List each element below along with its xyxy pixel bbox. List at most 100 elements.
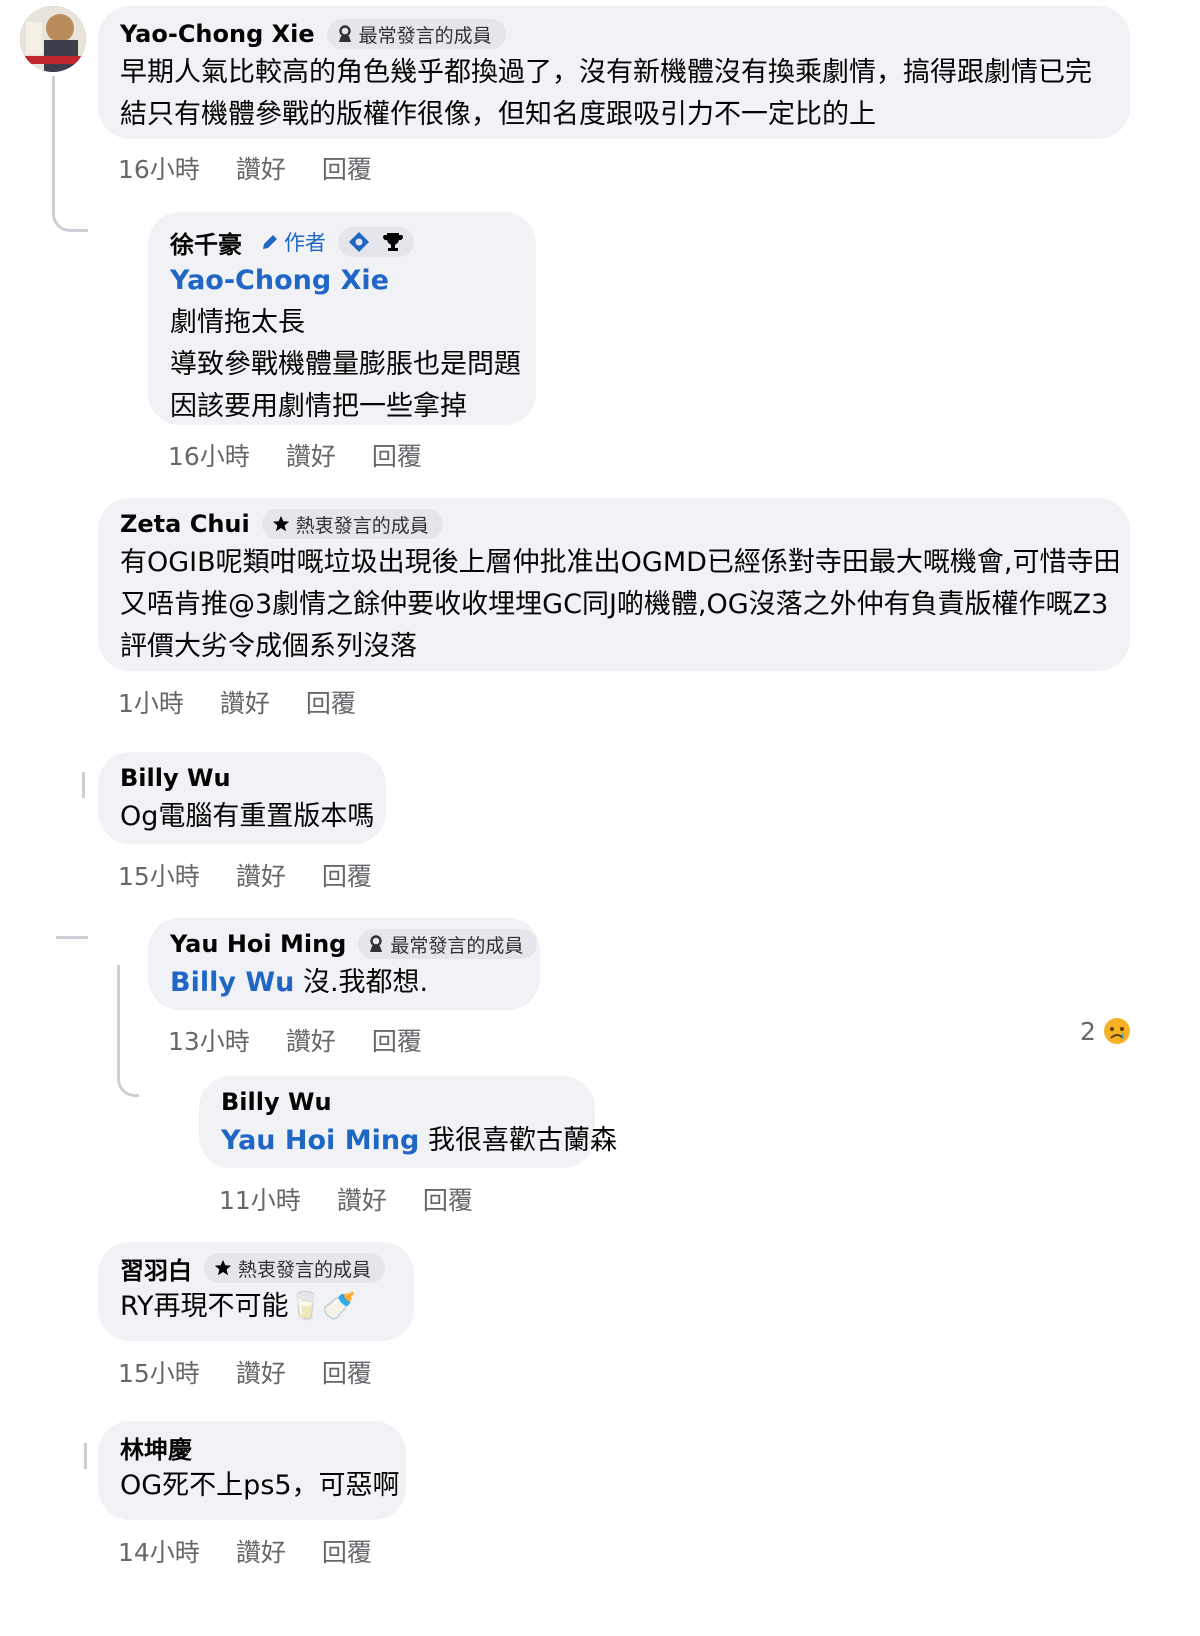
comment-header: Zeta Chui 熱衷發言的成員 [120, 506, 1108, 542]
avatar[interactable] [20, 6, 86, 72]
comment-line: 導致參戰機體量膨脹也是問題 [170, 349, 521, 380]
thread-line [117, 965, 139, 1097]
member-badge[interactable]: 最常發言的成員 [358, 929, 538, 959]
commenter-name[interactable]: 林坤慶 [120, 1430, 192, 1465]
member-badge[interactable]: 熱衷發言的成員 [204, 1253, 386, 1283]
author-label: 作者 [284, 231, 326, 255]
comment-header: 徐千豪 作者 [170, 224, 514, 260]
commenter-name[interactable]: Yau Hoi Ming [170, 930, 346, 958]
badge-pill[interactable] [338, 227, 414, 257]
comment-bubble: 林坤慶 OG死不上ps5，可惡啊 [98, 1421, 406, 1520]
star-icon [272, 515, 290, 533]
reaction-count: 2 [1080, 1016, 1096, 1046]
timestamp[interactable]: 16小時 [168, 437, 250, 473]
avatar-image [20, 6, 86, 72]
comment-bubble: Billy Wu Yau Hoi Ming 我很喜歡古蘭森 [199, 1076, 617, 1168]
comment-actions: 16小時 讚好 回覆 [118, 150, 408, 186]
reply-button[interactable]: 回覆 [306, 684, 356, 720]
star-icon [214, 1259, 232, 1277]
timestamp[interactable]: 13小時 [168, 1022, 250, 1058]
mention-link[interactable]: Yau Hoi Ming [221, 1125, 419, 1156]
like-button[interactable]: 讚好 [337, 1181, 387, 1217]
comment-line: 早期人氣比較高的角色幾乎都換過了，沒有新機體沒有換乘劇情，搞得跟劇情已完 [120, 57, 1092, 88]
like-button[interactable]: 讚好 [236, 150, 286, 186]
comment-line: OG死不上ps5，可惡啊 [120, 1470, 400, 1501]
comment-text: 我很喜歡古蘭森 [427, 1125, 617, 1156]
thread-line [82, 772, 85, 798]
like-button[interactable]: 讚好 [286, 437, 336, 473]
reply-button[interactable]: 回覆 [322, 857, 372, 893]
comment-line: Og電腦有重置版本嗎 [120, 801, 375, 832]
comment-header: 習羽白 熱衷發言的成員 [120, 1250, 392, 1286]
badge-label: 最常發言的成員 [358, 24, 492, 47]
reply-button[interactable]: 回覆 [372, 1022, 422, 1058]
timestamp[interactable]: 15小時 [118, 857, 200, 893]
timestamp[interactable]: 1小時 [118, 684, 184, 720]
comment-line: 劇情拖太長 [170, 307, 305, 338]
reply-button[interactable]: 回覆 [322, 1354, 372, 1390]
badge-label: 熱衷發言的成員 [238, 1258, 372, 1281]
member-badge[interactable]: 最常發言的成員 [326, 19, 506, 49]
comment-bubble: Zeta Chui 熱衷發言的成員 有OGIB呢類咁嘅垃圾出現後上層仲批准出OG… [98, 498, 1130, 671]
comment-line: Yau Hoi Ming 我很喜歡古蘭森 [221, 1120, 617, 1162]
timestamp[interactable]: 15小時 [118, 1354, 200, 1390]
comment-bubble: Billy Wu Og電腦有重置版本嗎 [98, 752, 386, 844]
comment-line: 有OGIB呢類咁嘅垃圾出現後上層仲批准出OGMD已經係對寺田最大嘅機會,可惜寺田 [120, 547, 1121, 578]
comment-line: Billy Wu 沒.我都想. [170, 962, 518, 1004]
comment-actions: 15小時 讚好 回覆 [118, 1354, 408, 1390]
reply-button[interactable]: 回覆 [322, 1533, 372, 1569]
comment-header: Yau Hoi Ming 最常發言的成員 [170, 926, 538, 962]
pencil-icon [263, 235, 277, 249]
comment-line: 結只有機體參戰的版權作很像，但知名度跟吸引力不一定比的上 [120, 99, 876, 130]
like-button[interactable]: 讚好 [236, 857, 286, 893]
reply-button[interactable]: 回覆 [423, 1181, 473, 1217]
comment-header: 林坤慶 [120, 1429, 384, 1465]
comment-header: Billy Wu [120, 760, 364, 796]
comment-actions: 14小時 讚好 回覆 [118, 1533, 408, 1569]
comment-text: 沒.我都想. [302, 967, 429, 998]
thread-line [52, 76, 88, 232]
commenter-name[interactable]: Billy Wu [120, 764, 231, 792]
trophy-icon [383, 233, 403, 251]
comment-bubble: Yau Hoi Ming 最常發言的成員 Billy Wu 沒.我都想. [148, 918, 540, 1010]
mention-link[interactable]: Yao-Chong Xie [170, 260, 514, 302]
comment-header: Yao-Chong Xie 最常發言的成員 [120, 16, 1108, 52]
like-button[interactable]: 讚好 [236, 1354, 286, 1390]
commenter-name[interactable]: Zeta Chui [120, 510, 250, 538]
commenter-name[interactable]: Yao-Chong Xie [120, 20, 315, 48]
comment-bubble: 習羽白 熱衷發言的成員 RY再現不可能🥛🍼 [98, 1242, 414, 1341]
member-badge[interactable]: 熱衷發言的成員 [261, 509, 443, 539]
badge-person-icon [368, 935, 384, 953]
commenter-name[interactable]: Billy Wu [221, 1088, 332, 1116]
comment-header: Billy Wu [221, 1084, 573, 1120]
timestamp[interactable]: 11小時 [219, 1181, 301, 1217]
thread-line [56, 936, 88, 939]
like-button[interactable]: 讚好 [220, 684, 270, 720]
commenter-name[interactable]: 徐千豪 [170, 225, 242, 260]
comment-actions: 1小時 讚好 回覆 [118, 684, 392, 720]
thread-line [84, 1443, 87, 1469]
timestamp[interactable]: 14小時 [118, 1533, 200, 1569]
comment-actions: 13小時 讚好 回覆 [168, 1022, 458, 1058]
comment-actions: 11小時 讚好 回覆 [219, 1181, 509, 1217]
diamond-icon [349, 232, 369, 252]
badge-person-icon [337, 25, 353, 43]
like-button[interactable]: 讚好 [286, 1022, 336, 1058]
reaction-summary[interactable]: 2 [1080, 1016, 1132, 1046]
comment-line: 又唔肯推@3劇情之餘仲要收收埋埋GC同J啲機體,OG沒落之外仲有負責版權作嘅Z3 [120, 589, 1109, 620]
author-tag: 作者 [260, 227, 326, 257]
badge-label: 熱衷發言的成員 [295, 514, 429, 537]
reply-button[interactable]: 回覆 [372, 437, 422, 473]
reply-button[interactable]: 回覆 [322, 150, 372, 186]
sad-reaction-icon [1103, 1018, 1130, 1044]
comment-actions: 16小時 讚好 回覆 [168, 437, 458, 473]
comment-bubble: 徐千豪 作者 Yao-Chong Xie 劇情拖太長 導致參戰機體量膨脹也是問題… [148, 212, 536, 425]
like-button[interactable]: 讚好 [236, 1533, 286, 1569]
comment-line: 評價大劣令成個系列沒落 [120, 631, 417, 662]
comment-line: RY再現不可能🥛🍼 [120, 1291, 356, 1322]
comment-actions: 15小時 讚好 回覆 [118, 857, 408, 893]
mention-link[interactable]: Billy Wu [170, 967, 294, 998]
commenter-name[interactable]: 習羽白 [120, 1251, 192, 1286]
badge-label: 最常發言的成員 [390, 934, 524, 957]
timestamp[interactable]: 16小時 [118, 150, 200, 186]
